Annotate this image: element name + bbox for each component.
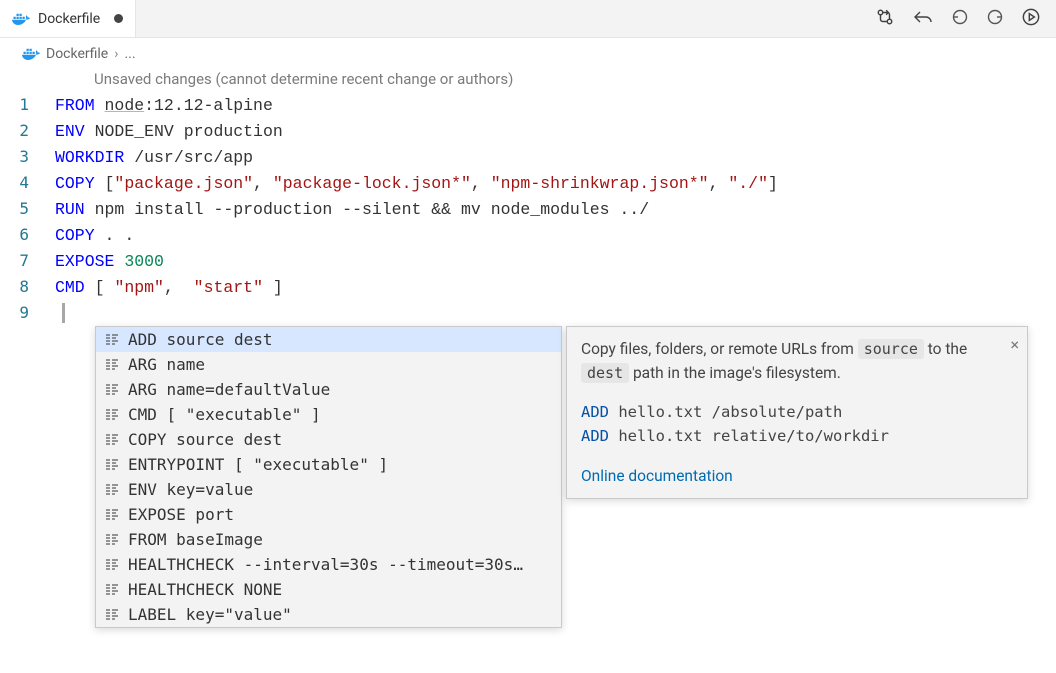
- doc-description: Copy files, folders, or remote URLs from…: [581, 337, 1013, 386]
- code-line[interactable]: 9: [0, 300, 1056, 326]
- autocomplete-item[interactable]: ARG name: [96, 352, 561, 377]
- line-number: 5: [0, 196, 55, 222]
- compare-changes-icon[interactable]: [876, 8, 894, 30]
- autocomplete-list[interactable]: ADD source dest ARG name ARG name=defaul…: [95, 326, 562, 628]
- snippet-icon: [104, 357, 120, 373]
- autocomplete-item[interactable]: LABEL key="value": [96, 602, 561, 627]
- snippet-icon: [104, 482, 120, 498]
- code-line[interactable]: 5 RUN npm install --production --silent …: [0, 196, 1056, 222]
- breadcrumb-more[interactable]: ...: [124, 46, 135, 62]
- snippet-icon: [104, 332, 120, 348]
- autocomplete-item[interactable]: HEALTHCHECK NONE: [96, 577, 561, 602]
- docker-icon: [22, 47, 40, 61]
- code-line[interactable]: 4 COPY ["package.json", "package-lock.js…: [0, 170, 1056, 196]
- autocomplete-item[interactable]: ADD source dest: [96, 327, 561, 352]
- code-line[interactable]: 8 CMD [ "npm", "start" ]: [0, 274, 1056, 300]
- tab-label: Dockerfile: [38, 11, 100, 27]
- autocomplete-doc: × Copy files, folders, or remote URLs fr…: [566, 326, 1028, 499]
- autocomplete-item[interactable]: ENTRYPOINT [ "executable" ]: [96, 452, 561, 477]
- line-number: 6: [0, 222, 55, 248]
- code-line[interactable]: 3 WORKDIR /usr/src/app: [0, 144, 1056, 170]
- autocomplete-item[interactable]: HEALTHCHECK --interval=30s --timeout=30s…: [96, 552, 561, 577]
- snippet-icon: [104, 407, 120, 423]
- dirty-indicator-icon: [114, 14, 123, 23]
- editor-tab[interactable]: Dockerfile: [0, 0, 136, 37]
- line-number: 9: [0, 300, 55, 326]
- autocomplete-item[interactable]: FROM baseImage: [96, 527, 561, 552]
- editor[interactable]: Unsaved changes (cannot determine recent…: [0, 70, 1056, 326]
- breadcrumb-file[interactable]: Dockerfile: [46, 46, 108, 62]
- snippet-icon: [104, 607, 120, 623]
- line-number: 7: [0, 248, 55, 274]
- line-number: 4: [0, 170, 55, 196]
- tab-actions: [876, 8, 1056, 30]
- code-line[interactable]: 1 FROM node:12.12-alpine: [0, 92, 1056, 118]
- prev-change-icon[interactable]: [952, 9, 968, 29]
- line-number: 1: [0, 92, 55, 118]
- run-icon[interactable]: [1022, 8, 1040, 30]
- snippet-icon: [104, 432, 120, 448]
- code-line[interactable]: 6 COPY . .: [0, 222, 1056, 248]
- code-line[interactable]: 7 EXPOSE 3000: [0, 248, 1056, 274]
- close-icon[interactable]: ×: [1010, 333, 1019, 358]
- snippet-icon: [104, 457, 120, 473]
- snippet-icon: [104, 382, 120, 398]
- autocomplete-item[interactable]: ARG name=defaultValue: [96, 377, 561, 402]
- doc-link[interactable]: Online documentation: [581, 464, 733, 488]
- line-number: 8: [0, 274, 55, 300]
- code-line[interactable]: 2 ENV NODE_ENV production: [0, 118, 1056, 144]
- line-number: 2: [0, 118, 55, 144]
- snippet-icon: [104, 507, 120, 523]
- scm-annotation: Unsaved changes (cannot determine recent…: [0, 70, 1056, 88]
- breadcrumb[interactable]: Dockerfile › ...: [0, 38, 1056, 66]
- chevron-right-icon: ›: [114, 46, 118, 62]
- autocomplete-item[interactable]: COPY source dest: [96, 427, 561, 452]
- snippet-icon: [104, 532, 120, 548]
- line-number: 3: [0, 144, 55, 170]
- autocomplete-item[interactable]: EXPOSE port: [96, 502, 561, 527]
- next-change-icon[interactable]: [987, 9, 1003, 29]
- doc-example: ADD hello.txt /absolute/path ADD hello.t…: [581, 400, 1013, 448]
- autocomplete-item[interactable]: CMD [ "executable" ]: [96, 402, 561, 427]
- snippet-icon: [104, 557, 120, 573]
- tab-bar: Dockerfile: [0, 0, 1056, 38]
- cursor-icon: [62, 303, 65, 323]
- undo-icon[interactable]: [913, 9, 933, 29]
- autocomplete-item[interactable]: ENV key=value: [96, 477, 561, 502]
- docker-icon: [12, 12, 30, 26]
- snippet-icon: [104, 582, 120, 598]
